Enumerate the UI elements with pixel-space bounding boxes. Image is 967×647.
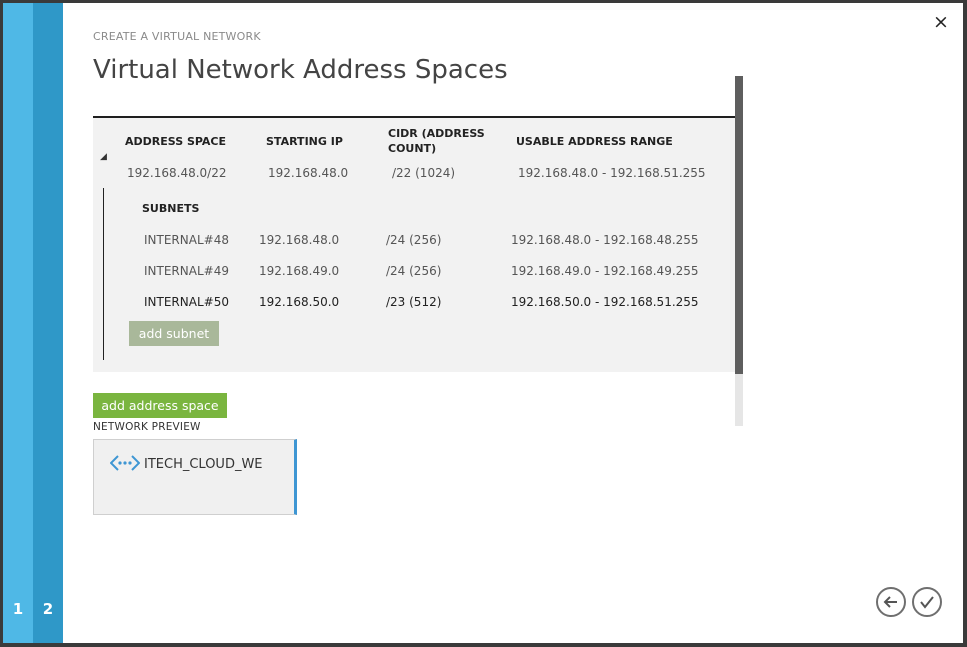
checkmark-icon xyxy=(920,596,934,609)
add-address-space-button[interactable]: add address space xyxy=(93,393,227,418)
header-cidr-line-1: CIDR (ADDRESS xyxy=(388,127,485,140)
step-number: 2 xyxy=(42,600,54,618)
tree-connector-line xyxy=(103,188,104,360)
close-icon[interactable]: × xyxy=(931,12,951,32)
network-preview-card: ITECH_CLOUD_WE xyxy=(93,439,297,515)
back-arrow-icon xyxy=(883,596,897,608)
subnets-label: SUBNETS xyxy=(142,202,200,215)
subnet-starting-ip[interactable]: 192.168.50.0 xyxy=(259,295,339,309)
scrollbar-thumb[interactable] xyxy=(735,76,743,374)
network-name: ITECH_CLOUD_WE xyxy=(144,457,263,472)
wizard-title: CREATE A VIRTUAL NETWORK xyxy=(93,30,261,43)
subnet-name[interactable]: INTERNAL#49 xyxy=(144,264,229,278)
subnet-starting-ip[interactable]: 192.168.49.0 xyxy=(259,264,339,278)
subnet-name[interactable]: INTERNAL#50 xyxy=(144,295,229,309)
address-space-scroll-area[interactable]: ADDRESS SPACE STARTING IP CIDR (ADDRESS … xyxy=(93,76,743,426)
wizard-step-2[interactable]: 2 xyxy=(33,3,63,643)
subnet-usable-range: 192.168.49.0 - 192.168.49.255 xyxy=(511,264,699,278)
collapse-triangle-icon[interactable]: ◢ xyxy=(100,152,110,162)
step-number: 1 xyxy=(12,600,24,618)
add-subnet-button[interactable]: add subnet xyxy=(129,321,219,346)
header-cidr: CIDR (ADDRESS COUNT) xyxy=(388,126,485,156)
subnet-usable-range: 192.168.50.0 - 192.168.51.255 xyxy=(511,295,699,309)
wizard-step-1[interactable]: 1 xyxy=(3,3,33,643)
header-cidr-line-2: COUNT) xyxy=(388,142,437,155)
subnet-cidr[interactable]: /24 (256) xyxy=(386,264,441,278)
wizard-steps: 1 2 xyxy=(3,3,63,643)
subnet-name[interactable]: INTERNAL#48 xyxy=(144,233,229,247)
subnet-cidr[interactable]: /23 (512) xyxy=(386,295,441,309)
subnet-starting-ip[interactable]: 192.168.48.0 xyxy=(259,233,339,247)
finish-button[interactable] xyxy=(912,587,942,617)
cidr-value[interactable]: /22 (1024) xyxy=(392,166,455,180)
back-button[interactable] xyxy=(876,587,906,617)
header-starting-ip: STARTING IP xyxy=(266,135,343,148)
starting-ip-value[interactable]: 192.168.48.0 xyxy=(268,166,348,180)
subnet-cidr[interactable]: /24 (256) xyxy=(386,233,441,247)
vertical-scrollbar[interactable] xyxy=(735,76,743,426)
header-usable-address-range: USABLE ADDRESS RANGE xyxy=(516,135,673,148)
subnet-usable-range: 192.168.48.0 - 192.168.48.255 xyxy=(511,233,699,247)
address-space-panel: ADDRESS SPACE STARTING IP CIDR (ADDRESS … xyxy=(93,116,735,372)
usable-range-value: 192.168.48.0 - 192.168.51.255 xyxy=(518,166,706,180)
virtual-network-icon xyxy=(110,455,140,471)
create-virtual-network-dialog: 1 2 × CREATE A VIRTUAL NETWORK Virtual N… xyxy=(3,3,963,643)
network-preview-label: NETWORK PREVIEW xyxy=(93,421,201,433)
header-address-space: ADDRESS SPACE xyxy=(125,135,227,148)
address-space-value[interactable]: 192.168.48.0/22 xyxy=(127,166,226,180)
